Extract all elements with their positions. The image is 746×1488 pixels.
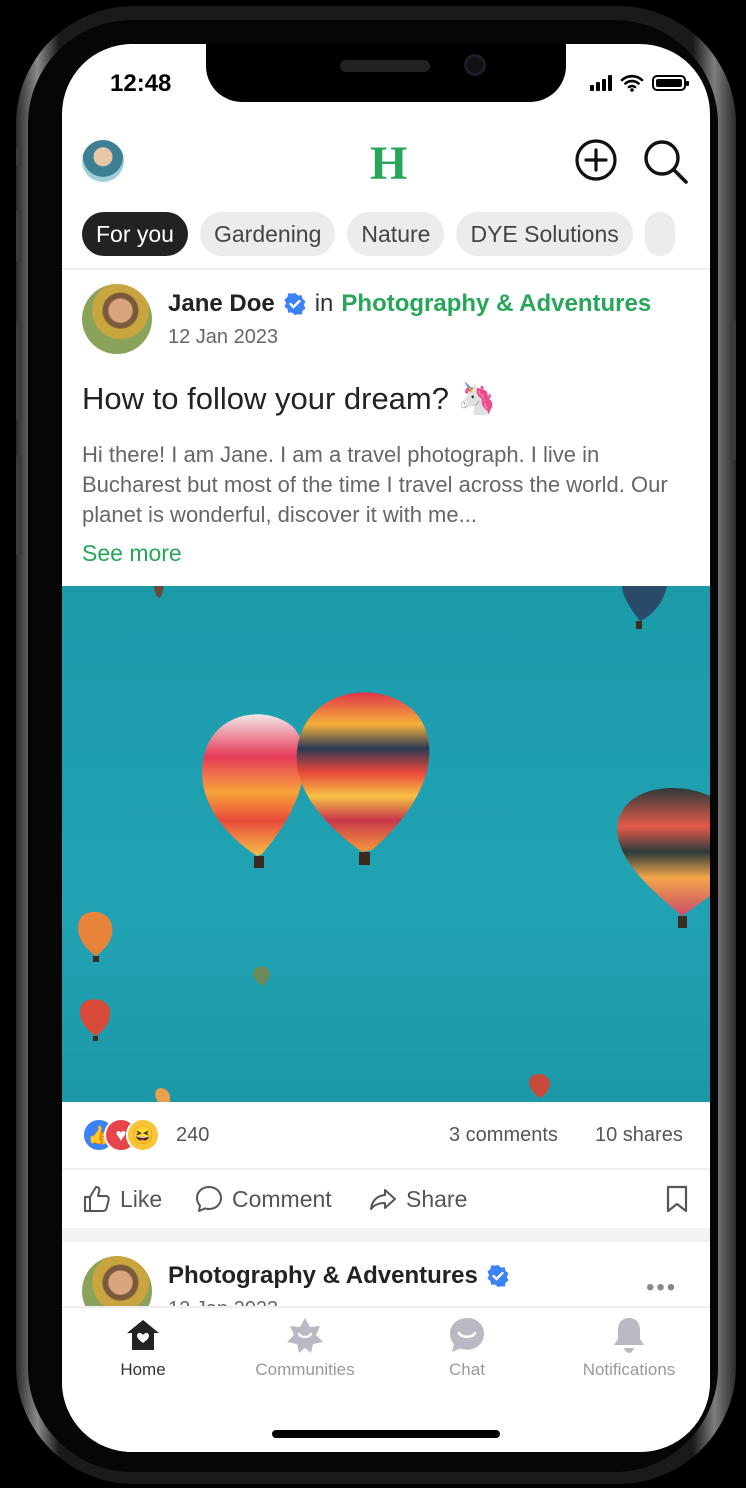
post-author-line: Jane Doe in Photography & Adventures [168,290,651,318]
reaction-icons[interactable]: 👍 ♥ 😆 [82,1118,160,1152]
post-stats: 👍 ♥ 😆 240 3 comments 10 shares [62,1102,710,1166]
haha-reaction-icon: 😆 [126,1118,160,1152]
share-label: Share [406,1185,468,1212]
post-body: Hi there! I am Jane. I am a travel photo… [82,442,668,527]
tab-home-label: Home [120,1360,166,1379]
in-label: in [314,290,334,317]
verified-icon [284,293,306,315]
balloon-right [617,788,710,916]
balloons-illustration [78,586,710,1102]
power-button [730,320,736,460]
tab-chat[interactable]: Chat [386,1314,548,1380]
app-logo: H [370,137,408,190]
post-actions: Like Comment Share [62,1168,710,1228]
battery-icon [652,75,689,91]
chip-nature[interactable]: Nature [347,212,445,256]
thumbs-up-icon [84,1186,110,1212]
signal-icon [590,75,612,91]
post-date: 12 Jan 2023 [168,326,279,348]
reaction-count: 240 [176,1124,210,1146]
shares-count[interactable]: 10 shares [595,1124,683,1147]
chips-divider [62,268,710,270]
user-avatar[interactable] [82,140,124,182]
community-avatar[interactable] [82,1256,152,1308]
post-photo[interactable] [62,586,710,1102]
share-icon [370,1189,396,1210]
comment-label: Comment [232,1185,332,1212]
chip-overflow[interactable] [644,212,675,256]
bell-icon [614,1318,644,1353]
verified-icon [487,1265,509,1287]
post-title: How to follow your dream? 🦄 [82,381,497,416]
category-chips: For you Gardening Nature DYE Solutions [82,212,675,256]
chip-gardening[interactable]: Gardening [199,212,336,256]
tab-communities-label: Communities [255,1360,355,1379]
see-more-link[interactable]: See more [82,540,182,567]
star-badge-icon [287,1318,323,1353]
balloon-left [202,714,305,856]
like-label: Like [120,1185,163,1212]
comment-button[interactable]: Comment [194,1184,332,1214]
comment-icon [196,1186,222,1212]
speaker [340,60,430,72]
post2-author-line: Photography & Adventures [168,1262,510,1290]
chat-icon [450,1318,484,1352]
community-link[interactable]: Photography & Adventures [341,290,651,318]
post-card-2: Photography & Adventures 12 Jan 2023 ••• [62,1244,710,1308]
notch [206,44,566,102]
chip-dye-solutions[interactable]: DYE Solutions [456,212,633,256]
chip-for-you[interactable]: For you [82,212,188,256]
share-button[interactable]: Share [368,1184,467,1214]
comments-count[interactable]: 3 comments [449,1124,558,1147]
tab-home[interactable]: Home [62,1314,224,1380]
tab-chat-label: Chat [449,1360,485,1379]
front-camera [464,54,486,76]
feed-separator [62,1228,710,1242]
search-icon[interactable] [642,138,690,186]
tab-notifications-label: Notifications [582,1360,676,1379]
volume-down-button-2 [16,455,22,555]
community-name[interactable]: Photography & Adventures [168,1262,478,1290]
device-stage: 12:48 H For you Gardening Nature DYE Sol… [0,0,746,1488]
home-indicator [272,1430,500,1438]
tab-communities[interactable]: Communities [224,1314,386,1380]
mute-switch [16,148,22,166]
more-options-icon[interactable]: ••• [646,1274,677,1302]
tab-notifications[interactable]: Notifications [548,1314,710,1380]
top-bar: H [62,132,710,192]
volume-down-button [16,320,22,420]
status-time: 12:48 [110,70,172,97]
status-icons [590,74,689,92]
balloon-center [296,692,430,852]
home-icon [127,1320,159,1350]
add-icon[interactable] [574,138,618,182]
author-name[interactable]: Jane Doe [168,290,275,318]
phone-screen: 12:48 H For you Gardening Nature DYE Sol… [62,44,710,1452]
author-avatar[interactable] [82,284,152,354]
like-button[interactable]: Like [82,1184,162,1214]
bookmark-icon[interactable] [664,1184,690,1214]
volume-up-button [16,210,22,262]
wifi-icon [620,74,644,92]
